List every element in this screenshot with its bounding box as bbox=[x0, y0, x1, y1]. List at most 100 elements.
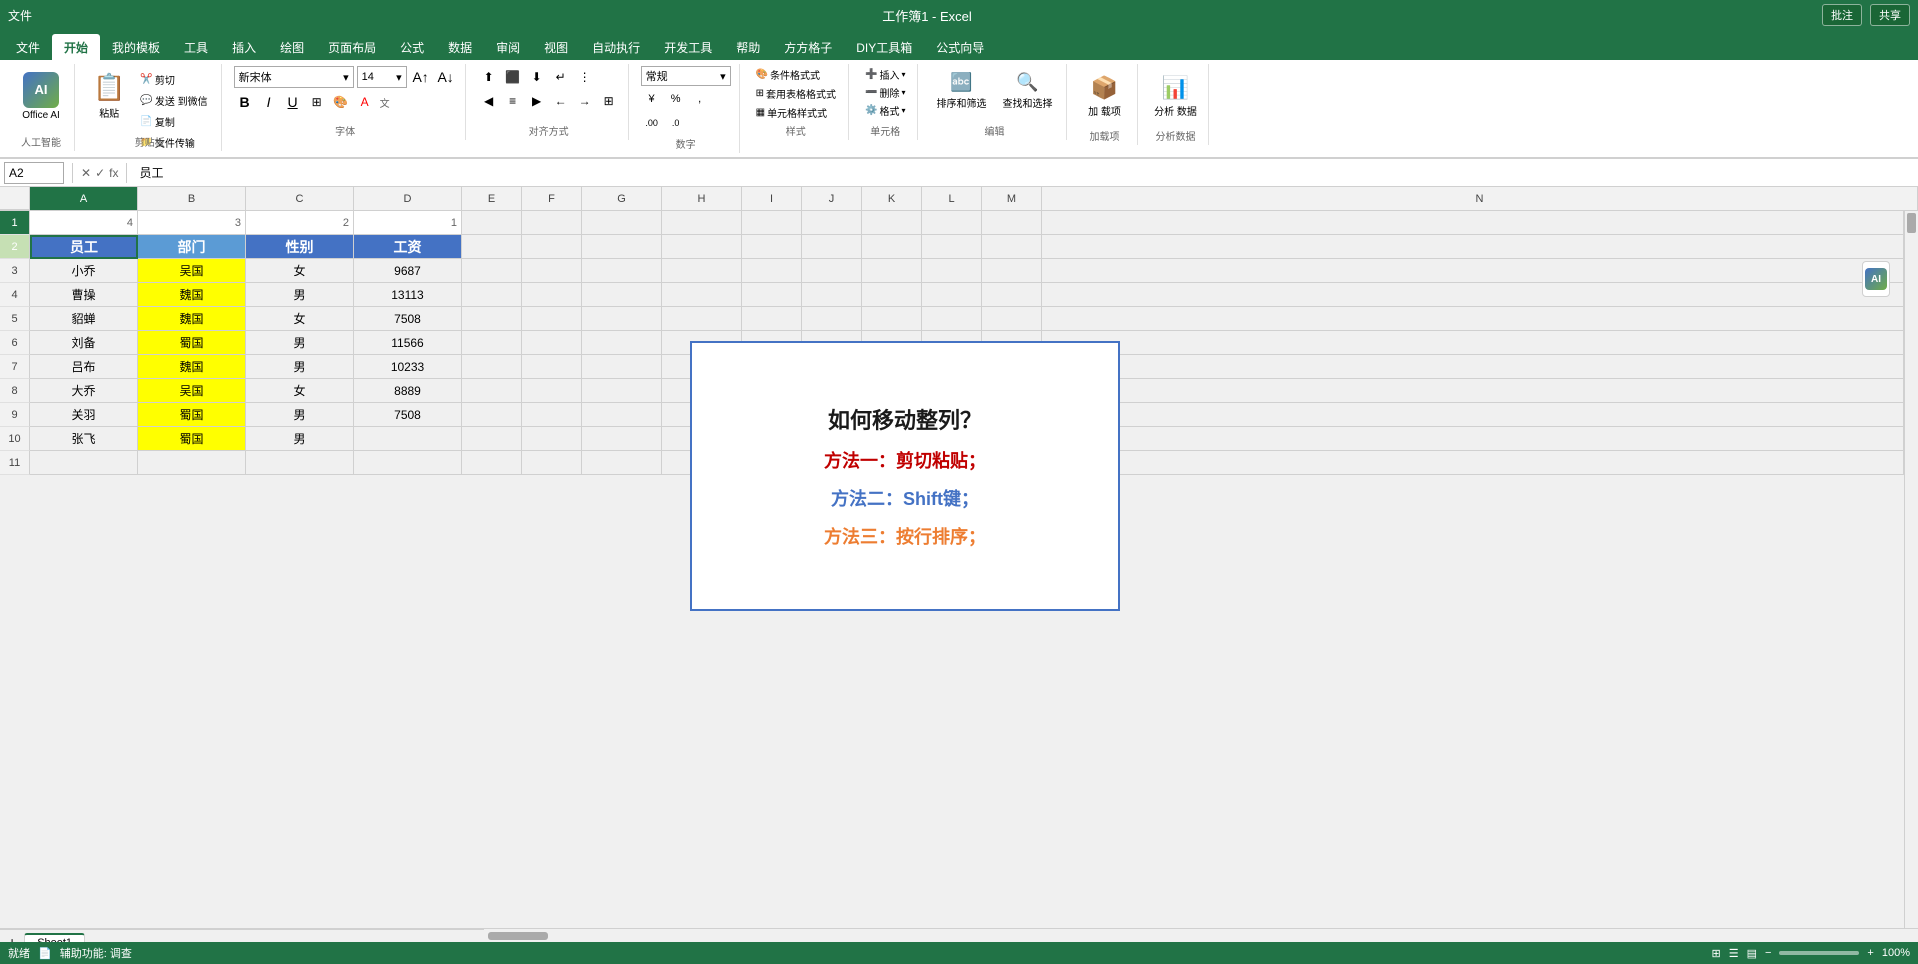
cell-H5[interactable] bbox=[662, 307, 742, 331]
underline-button[interactable]: U bbox=[282, 91, 304, 113]
cell-M5[interactable] bbox=[982, 307, 1042, 331]
cell-L5[interactable] bbox=[922, 307, 982, 331]
cell-H2[interactable] bbox=[662, 235, 742, 259]
merge-button[interactable]: ⊞ bbox=[598, 90, 620, 112]
wen-btn[interactable]: 文 bbox=[378, 93, 392, 112]
analyze-data-button[interactable]: 📊 分析 数据 bbox=[1150, 66, 1200, 126]
align-top-button[interactable]: ⬆ bbox=[478, 66, 500, 88]
cell-B4[interactable]: 魏国 bbox=[138, 283, 246, 307]
cell-G4[interactable] bbox=[582, 283, 662, 307]
cell-K3[interactable] bbox=[862, 259, 922, 283]
cell-G2[interactable] bbox=[582, 235, 662, 259]
row-num-9[interactable]: 9 bbox=[0, 403, 30, 427]
view-page-break-icon[interactable]: ▤ bbox=[1747, 947, 1757, 960]
cell-J5[interactable] bbox=[802, 307, 862, 331]
cell-E7[interactable] bbox=[462, 355, 522, 379]
cell-D4[interactable]: 13113 bbox=[354, 283, 462, 307]
row-num-11[interactable]: 11 bbox=[0, 451, 30, 475]
menu-file[interactable]: 文件 bbox=[8, 7, 32, 24]
cell-M2[interactable] bbox=[982, 235, 1042, 259]
cell-B1[interactable]: 3 bbox=[138, 211, 246, 235]
tab-formula[interactable]: 公式 bbox=[388, 34, 436, 60]
cell-G11[interactable] bbox=[582, 451, 662, 475]
cell-G10[interactable] bbox=[582, 427, 662, 451]
cell-G5[interactable] bbox=[582, 307, 662, 331]
decrease-decimal-button[interactable]: .0 bbox=[665, 112, 687, 134]
cell-F11[interactable] bbox=[522, 451, 582, 475]
text-direction-button[interactable]: ⋮ bbox=[574, 66, 596, 88]
col-header-A[interactable]: A bbox=[30, 187, 138, 210]
cell-J2[interactable] bbox=[802, 235, 862, 259]
cut-button[interactable]: ✂️ 剪切 bbox=[137, 70, 210, 89]
cell-E10[interactable] bbox=[462, 427, 522, 451]
cell-B9[interactable]: 蜀国 bbox=[138, 403, 246, 427]
cell-C8[interactable]: 女 bbox=[246, 379, 354, 403]
cell-J3[interactable] bbox=[802, 259, 862, 283]
cell-A9[interactable]: 关羽 bbox=[30, 403, 138, 427]
cell-I2[interactable] bbox=[742, 235, 802, 259]
cell-I4[interactable] bbox=[742, 283, 802, 307]
cell-L2[interactable] bbox=[922, 235, 982, 259]
cell-J1[interactable] bbox=[802, 211, 862, 235]
tab-tools[interactable]: 工具 bbox=[172, 34, 220, 60]
cell-L4[interactable] bbox=[922, 283, 982, 307]
col-header-L[interactable]: L bbox=[922, 187, 982, 210]
align-center-button[interactable]: ≡ bbox=[502, 90, 524, 112]
col-header-K[interactable]: K bbox=[862, 187, 922, 210]
add-sheet-button[interactable]: + bbox=[4, 934, 20, 943]
insert-cells-button[interactable]: ➕ 插入 ▾ bbox=[861, 66, 909, 83]
cell-F8[interactable] bbox=[522, 379, 582, 403]
office-ai-button[interactable]: AI Office AI bbox=[16, 66, 66, 126]
tab-ffgz[interactable]: 方方格子 bbox=[772, 34, 844, 60]
cell-D10[interactable] bbox=[354, 427, 462, 451]
cell-A4[interactable]: 曹操 bbox=[30, 283, 138, 307]
cell-F10[interactable] bbox=[522, 427, 582, 451]
cell-N2[interactable] bbox=[1042, 235, 1904, 259]
col-header-B[interactable]: B bbox=[138, 187, 246, 210]
row-num-4[interactable]: 4 bbox=[0, 283, 30, 307]
cell-A10[interactable]: 张飞 bbox=[30, 427, 138, 451]
cell-L1[interactable] bbox=[922, 211, 982, 235]
cell-G8[interactable] bbox=[582, 379, 662, 403]
row-num-10[interactable]: 10 bbox=[0, 427, 30, 451]
cell-F4[interactable] bbox=[522, 283, 582, 307]
cell-N3[interactable] bbox=[1042, 259, 1904, 283]
cell-C6[interactable]: 男 bbox=[246, 331, 354, 355]
cell-N9[interactable] bbox=[1042, 403, 1904, 427]
cell-M3[interactable] bbox=[982, 259, 1042, 283]
cell-H1[interactable] bbox=[662, 211, 742, 235]
horizontal-scrollbar[interactable] bbox=[484, 929, 1918, 942]
tab-devtools[interactable]: 开发工具 bbox=[652, 34, 724, 60]
cell-E11[interactable] bbox=[462, 451, 522, 475]
cell-C5[interactable]: 女 bbox=[246, 307, 354, 331]
cell-B3[interactable]: 吴国 bbox=[138, 259, 246, 283]
cell-N7[interactable] bbox=[1042, 355, 1904, 379]
cell-N4[interactable] bbox=[1042, 283, 1904, 307]
cell-D8[interactable]: 8889 bbox=[354, 379, 462, 403]
currency-button[interactable]: ¥ bbox=[641, 88, 663, 110]
cell-D3[interactable]: 9687 bbox=[354, 259, 462, 283]
cell-G9[interactable] bbox=[582, 403, 662, 427]
bold-button[interactable]: B bbox=[234, 91, 256, 113]
insert-function-icon[interactable]: fx bbox=[109, 166, 118, 180]
cell-E5[interactable] bbox=[462, 307, 522, 331]
cell-reference-box[interactable]: A2 bbox=[4, 162, 64, 184]
border-button[interactable]: ⊞ bbox=[306, 91, 328, 113]
cell-F2[interactable] bbox=[522, 235, 582, 259]
cell-F5[interactable] bbox=[522, 307, 582, 331]
paste-button[interactable]: 📋 粘贴 bbox=[87, 66, 131, 126]
cell-N10[interactable] bbox=[1042, 427, 1904, 451]
cell-G7[interactable] bbox=[582, 355, 662, 379]
cell-K5[interactable] bbox=[862, 307, 922, 331]
cell-N1[interactable] bbox=[1042, 211, 1904, 235]
col-header-C[interactable]: C bbox=[246, 187, 354, 210]
hscroll-thumb[interactable] bbox=[488, 932, 548, 940]
tab-review[interactable]: 审阅 bbox=[484, 34, 532, 60]
copy-button[interactable]: 📄 复制 bbox=[137, 112, 210, 131]
cell-D1[interactable]: 1 bbox=[354, 211, 462, 235]
comment-button[interactable]: 批注 bbox=[1822, 4, 1862, 26]
col-header-J[interactable]: J bbox=[802, 187, 862, 210]
cell-M4[interactable] bbox=[982, 283, 1042, 307]
cell-K1[interactable] bbox=[862, 211, 922, 235]
cell-A2[interactable]: 员工 bbox=[30, 235, 138, 259]
